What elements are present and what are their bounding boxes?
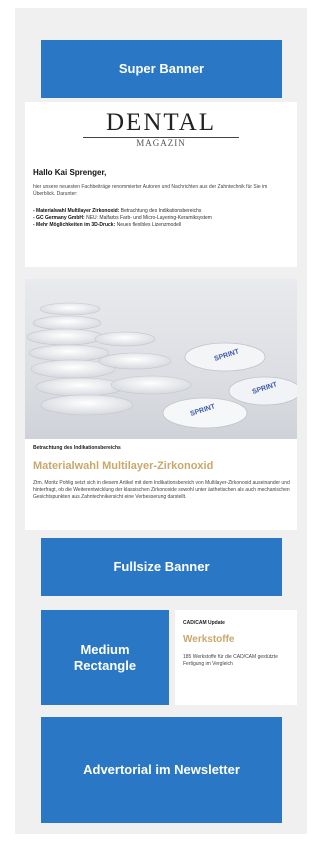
teaser-item-text: Betrachtung des Indikationsbereichs	[119, 208, 202, 214]
greeting: Hallo Kai Sprenger,	[33, 168, 107, 177]
article-headline[interactable]: Materialwahl Multilayer-Zirkonoxid	[33, 460, 213, 472]
teaser-item-title: - Mehr Möglichkeiten im 3D-Druck:	[33, 222, 116, 228]
teaser-item-title: - GC Germany GmbH:	[33, 215, 85, 221]
stacked-discs	[26, 302, 192, 416]
zirconia-discs-illustration: SPRINT SPRINT SPRINT	[26, 302, 297, 429]
side-article-headline[interactable]: Werkstoffe	[183, 634, 235, 645]
dental-magazin-logo: DENTAL MAGAZIN	[25, 110, 297, 149]
article-kicker: Betrachtung des Indikationsbereichs	[33, 445, 121, 451]
side-article-kicker: CAD/CAM Update	[183, 620, 225, 626]
article-teaser[interactable]: Betrachtung des Indikationsbereichs Mate…	[25, 439, 297, 530]
newsletter-header: DENTAL MAGAZIN Hallo Kai Sprenger, hier …	[25, 102, 297, 267]
side-article-card[interactable]: CAD/CAM Update Werkstoffe 185 Werkstoffe…	[175, 610, 297, 705]
teaser-item[interactable]: - GC Germany GmbH: NEU: Malfarbs Farb- u…	[33, 215, 293, 222]
side-article-body: 185 Werkstoffe für die CAD/CAM gestützte…	[183, 654, 278, 667]
teaser-list: - Materialwahl Multilayer Zirkonoxid: Be…	[33, 208, 293, 229]
logo-main-text: DENTAL	[106, 109, 216, 136]
teaser-item-text: NEU: Malfarbs Farb- und Micro-Layering-K…	[84, 215, 212, 221]
hero-image: SPRINT SPRINT SPRINT	[25, 279, 297, 439]
article-body: Ztm. Moritz Pohlig setzt sich in diesem …	[33, 480, 290, 500]
teaser-item-title: - Materialwahl Multilayer Zirkonoxid:	[33, 208, 120, 214]
fullsize-banner[interactable]: Fullsize Banner	[41, 538, 282, 596]
teaser-item[interactable]: - Materialwahl Multilayer Zirkonoxid: Be…	[33, 208, 293, 215]
super-banner[interactable]: Super Banner	[41, 40, 282, 98]
medium-rectangle-banner[interactable]: Medium Rectangle	[41, 610, 169, 705]
intro-text: hier unsere neuesten Fachbeiträge renomm…	[33, 184, 268, 197]
advertorial-banner[interactable]: Advertorial im Newsletter	[41, 717, 282, 823]
logo-sub-text: MAGAZIN	[136, 138, 186, 148]
teaser-item[interactable]: - Mehr Möglichkeiten im 3D-Druck: Neues …	[33, 222, 293, 229]
teaser-item-text: Neues flexibles Lizenzmodell	[115, 222, 182, 228]
